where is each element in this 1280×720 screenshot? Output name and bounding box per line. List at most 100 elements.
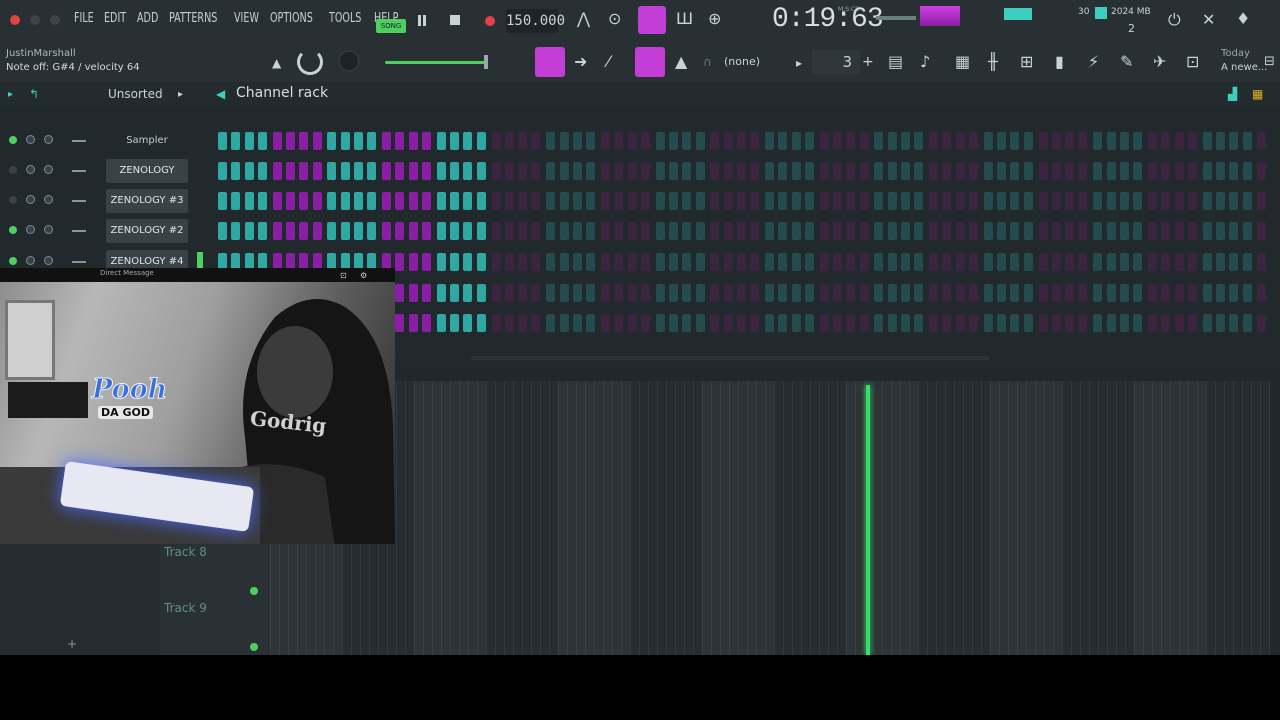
- step-button[interactable]: [804, 314, 814, 332]
- step-button[interactable]: [655, 162, 665, 180]
- step-button[interactable]: [614, 314, 624, 332]
- step-button[interactable]: [1023, 253, 1033, 271]
- microphone-icon[interactable]: ♦: [1236, 11, 1250, 27]
- step-button[interactable]: [1010, 253, 1020, 271]
- step-button[interactable]: [1051, 284, 1061, 302]
- step-button[interactable]: [874, 314, 884, 332]
- step-button[interactable]: [1187, 222, 1197, 240]
- step-button[interactable]: [436, 132, 446, 150]
- step-button[interactable]: [901, 284, 910, 302]
- step-button[interactable]: [1078, 284, 1088, 302]
- step-button[interactable]: [765, 162, 774, 180]
- step-button[interactable]: [1229, 253, 1239, 271]
- step-button[interactable]: [504, 314, 514, 332]
- countdown-toggle[interactable]: [638, 6, 666, 34]
- step-button[interactable]: [1078, 162, 1088, 180]
- step-button[interactable]: [955, 222, 965, 240]
- graph-editor-icon[interactable]: ▟: [1228, 86, 1237, 102]
- step-button[interactable]: [1106, 284, 1116, 302]
- close-window-icon[interactable]: [10, 15, 20, 25]
- step-button[interactable]: [750, 284, 760, 302]
- step-button[interactable]: [395, 162, 405, 180]
- piano-roll-window-icon[interactable]: ♪: [920, 54, 930, 70]
- step-button[interactable]: [846, 132, 856, 150]
- step-button[interactable]: [627, 162, 637, 180]
- step-button[interactable]: [463, 192, 473, 210]
- step-button[interactable]: [476, 132, 486, 150]
- track-mute-led[interactable]: [250, 587, 258, 595]
- step-button[interactable]: [1174, 192, 1184, 210]
- brush-icon[interactable]: ⁄: [607, 54, 610, 70]
- step-button[interactable]: [914, 253, 924, 271]
- step-button[interactable]: [1065, 222, 1075, 240]
- power-icon[interactable]: ⏻: [1168, 12, 1181, 28]
- step-button[interactable]: [1093, 253, 1103, 271]
- step-button[interactable]: [408, 132, 418, 150]
- step-button[interactable]: [1257, 314, 1267, 332]
- step-button[interactable]: [614, 162, 624, 180]
- step-button[interactable]: [846, 314, 856, 332]
- step-button[interactable]: [1078, 314, 1088, 332]
- step-button[interactable]: [1257, 132, 1267, 150]
- stop-icon[interactable]: [450, 15, 460, 25]
- step-button[interactable]: [312, 192, 322, 210]
- step-button[interactable]: [518, 253, 528, 271]
- step-button[interactable]: [504, 162, 514, 180]
- step-button[interactable]: [327, 132, 337, 150]
- step-button[interactable]: [299, 222, 309, 240]
- step-button[interactable]: [1093, 162, 1103, 180]
- step-button[interactable]: [340, 132, 350, 150]
- step-button[interactable]: [723, 132, 733, 150]
- step-button[interactable]: [600, 314, 610, 332]
- step-button[interactable]: [668, 162, 678, 180]
- step-button[interactable]: [518, 192, 528, 210]
- channel-pan-knob[interactable]: [26, 135, 35, 144]
- step-button[interactable]: [1147, 314, 1157, 332]
- step-button[interactable]: [1010, 314, 1020, 332]
- step-button[interactable]: [1010, 132, 1020, 150]
- step-button[interactable]: [1119, 314, 1129, 332]
- step-button[interactable]: [559, 162, 569, 180]
- step-button[interactable]: [586, 222, 596, 240]
- step-button[interactable]: [586, 314, 596, 332]
- step-button[interactable]: [1229, 132, 1239, 150]
- step-button[interactable]: [1215, 284, 1225, 302]
- step-button[interactable]: [1133, 253, 1143, 271]
- step-button[interactable]: [531, 222, 541, 240]
- channel-name-button[interactable]: ZENOLOGY #3: [106, 189, 188, 213]
- step-button[interactable]: [546, 314, 556, 332]
- step-button[interactable]: [627, 192, 637, 210]
- step-button[interactable]: [450, 132, 460, 150]
- headphones-icon[interactable]: ∩: [703, 54, 712, 70]
- mixer-track-selector[interactable]: [72, 200, 86, 202]
- step-button[interactable]: [1106, 222, 1116, 240]
- step-button[interactable]: [395, 253, 405, 271]
- step-button[interactable]: [340, 222, 350, 240]
- step-button[interactable]: [969, 284, 978, 302]
- step-button[interactable]: [1093, 132, 1103, 150]
- step-button[interactable]: [1133, 192, 1143, 210]
- menu-view[interactable]: VIEW: [234, 11, 259, 26]
- step-button[interactable]: [955, 192, 965, 210]
- step-button[interactable]: [668, 132, 678, 150]
- step-button[interactable]: [655, 192, 665, 210]
- step-button[interactable]: [997, 284, 1007, 302]
- step-button[interactable]: [955, 314, 965, 332]
- step-button[interactable]: [367, 162, 377, 180]
- step-button[interactable]: [476, 192, 486, 210]
- arrow-right-icon[interactable]: ➜: [574, 54, 587, 70]
- step-button[interactable]: [586, 284, 596, 302]
- step-button[interactable]: [655, 253, 665, 271]
- step-button[interactable]: [218, 132, 227, 150]
- step-button[interactable]: [1010, 284, 1020, 302]
- step-button[interactable]: [942, 253, 952, 271]
- step-button[interactable]: [1010, 162, 1020, 180]
- step-button[interactable]: [929, 253, 939, 271]
- step-button[interactable]: [819, 222, 829, 240]
- step-button[interactable]: [450, 222, 460, 240]
- step-button[interactable]: [354, 192, 363, 210]
- step-button[interactable]: [1202, 222, 1212, 240]
- step-button[interactable]: [422, 253, 431, 271]
- channel-rack-title[interactable]: Channel rack: [236, 85, 328, 101]
- mixer-track-selector[interactable]: [72, 261, 86, 263]
